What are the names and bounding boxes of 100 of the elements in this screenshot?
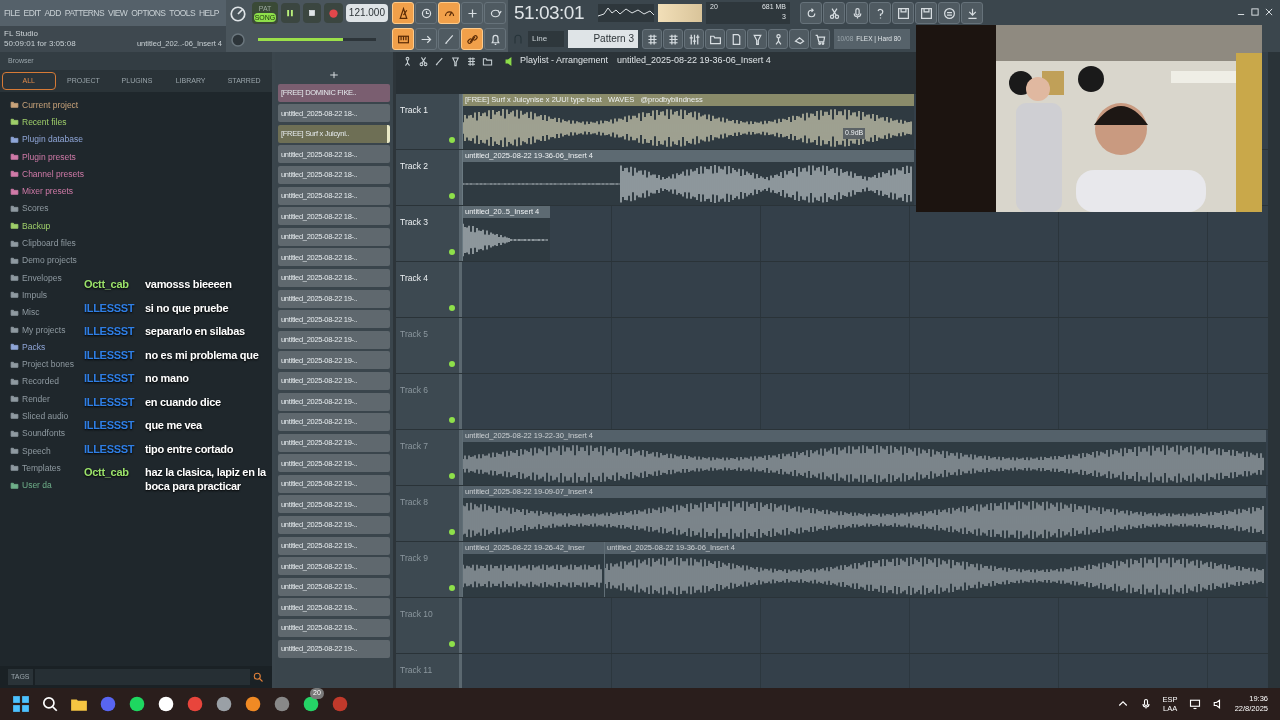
- save-button[interactable]: [892, 2, 914, 24]
- menu-item[interactable]: ADD: [44, 6, 61, 20]
- browser-item[interactable]: Project bones: [22, 359, 74, 370]
- keyboard-button[interactable]: [392, 28, 414, 50]
- browser-item[interactable]: Recent files: [22, 116, 67, 127]
- track-label[interactable]: Track 6: [400, 385, 429, 395]
- browser-item[interactable]: User da: [22, 480, 52, 491]
- save-button[interactable]: [915, 2, 937, 24]
- browser-item[interactable]: Scores: [22, 203, 49, 214]
- browser-item[interactable]: Envelopes: [22, 272, 62, 283]
- browser-item[interactable]: Demo projects: [22, 255, 77, 266]
- track-header[interactable]: Track 4: [396, 262, 462, 317]
- track-header[interactable]: Track 8: [396, 486, 462, 541]
- link-button[interactable]: [461, 28, 483, 50]
- browser-item[interactable]: Plugin database: [22, 134, 83, 145]
- app-icon[interactable]: [157, 695, 175, 713]
- menu-item[interactable]: FILE: [4, 6, 20, 20]
- refresh-button[interactable]: [800, 2, 822, 24]
- browser-item[interactable]: Clipboard files: [22, 238, 76, 248]
- grid-button[interactable]: [663, 29, 683, 49]
- microphone-button[interactable]: [846, 2, 868, 24]
- track-label[interactable]: Track 1: [400, 105, 429, 115]
- track-header[interactable]: Track 2: [396, 150, 462, 205]
- snap-dropdown[interactable]: Line: [528, 31, 564, 47]
- track-header[interactable]: Track 6: [396, 374, 462, 429]
- track-label[interactable]: Track 4: [400, 273, 429, 283]
- app-icon[interactable]: [128, 695, 146, 713]
- track-header[interactable]: Track 7: [396, 430, 462, 485]
- master-volume-slider[interactable]: [258, 37, 376, 41]
- pen-button[interactable]: [438, 28, 460, 50]
- scrollbar[interactable]: [1268, 52, 1280, 688]
- close-icon[interactable]: [1264, 7, 1274, 17]
- figure-button[interactable]: [768, 29, 788, 49]
- arrow-button[interactable]: [415, 28, 437, 50]
- cart-button[interactable]: [810, 29, 830, 49]
- bell-button[interactable]: [484, 28, 506, 50]
- loop-button[interactable]: [484, 2, 506, 24]
- browser-item[interactable]: Mixer presets: [22, 186, 73, 197]
- browser-item[interactable]: Speech: [22, 445, 51, 456]
- browser-item[interactable]: Sliced audio: [22, 411, 69, 421]
- track-label[interactable]: Track 3: [400, 217, 429, 227]
- maximize-icon[interactable]: [1250, 7, 1260, 17]
- track-label[interactable]: Track 2: [400, 161, 429, 171]
- browser-item[interactable]: Packs: [22, 341, 46, 352]
- pause-button[interactable]: [281, 3, 300, 23]
- search-icon[interactable]: [41, 695, 59, 713]
- track-header[interactable]: Track 5: [396, 318, 462, 373]
- browser-item[interactable]: Impuls: [22, 289, 48, 300]
- track-header[interactable]: Track 1: [396, 94, 462, 149]
- browser-item[interactable]: Misc: [22, 307, 40, 318]
- menu-item[interactable]: EDIT: [23, 6, 41, 20]
- track-label[interactable]: Track 10: [400, 609, 433, 619]
- menu-item[interactable]: OPTIONS: [131, 6, 166, 20]
- monitor-icon[interactable]: [1188, 698, 1201, 710]
- menu-item[interactable]: HELP: [199, 6, 219, 20]
- browser-item[interactable]: Soundfonts: [22, 428, 65, 439]
- track-label[interactable]: Track 9: [400, 553, 429, 563]
- track-header[interactable]: Track 11: [396, 654, 462, 688]
- help-button[interactable]: [869, 2, 891, 24]
- browser-item[interactable]: Backup: [22, 220, 51, 231]
- clock-button[interactable]: [415, 2, 437, 24]
- list-button[interactable]: [938, 2, 960, 24]
- track-header[interactable]: Track 3: [396, 206, 462, 261]
- menu-item[interactable]: PATTERNS: [64, 6, 104, 20]
- metronome-button[interactable]: [392, 2, 414, 24]
- track-label[interactable]: Track 11: [400, 665, 433, 675]
- track-header[interactable]: Track 10: [396, 598, 462, 653]
- pattern-selector[interactable]: Pattern 3: [568, 30, 638, 48]
- browser-item[interactable]: My projects: [22, 324, 66, 335]
- browser-item[interactable]: Templates: [22, 462, 61, 473]
- track-label[interactable]: Track 5: [400, 329, 429, 339]
- stop-button[interactable]: [302, 3, 322, 23]
- plus-icon: [465, 6, 479, 20]
- menu-item[interactable]: VIEW: [107, 6, 128, 20]
- sliders-button[interactable]: [684, 29, 704, 49]
- grid-button[interactable]: [642, 29, 662, 49]
- browser-item[interactable]: Channel presets: [22, 168, 84, 179]
- chat-bubble-icon[interactable]: [302, 695, 320, 713]
- plug-button[interactable]: [747, 29, 767, 49]
- chat-username: ILLESSST: [84, 394, 136, 409]
- track-header[interactable]: Track 9: [396, 542, 462, 597]
- search-icon: [252, 671, 264, 683]
- scissors-button[interactable]: [823, 2, 845, 24]
- app-icon[interactable]: [215, 695, 233, 713]
- gauge-button[interactable]: [438, 2, 460, 24]
- page-button[interactable]: [726, 29, 746, 49]
- microphone-icon[interactable]: [1139, 698, 1152, 710]
- browser-item[interactable]: Render: [22, 393, 50, 404]
- track-label[interactable]: Track 7: [400, 441, 429, 451]
- menu-item[interactable]: TOOLS: [169, 6, 196, 20]
- plus-button[interactable]: [461, 2, 483, 24]
- tempo-display[interactable]: 121.000: [345, 4, 388, 22]
- track-label[interactable]: Track 8: [400, 497, 429, 507]
- browser-item[interactable]: Recorded: [22, 376, 59, 387]
- folder-button[interactable]: [705, 29, 725, 49]
- app-icon[interactable]: [244, 695, 262, 713]
- download-button[interactable]: [961, 2, 983, 24]
- browser-item[interactable]: Current project: [22, 99, 79, 110]
- browser-item[interactable]: Plugin presets: [22, 151, 76, 162]
- windows-icon[interactable]: [12, 695, 30, 713]
